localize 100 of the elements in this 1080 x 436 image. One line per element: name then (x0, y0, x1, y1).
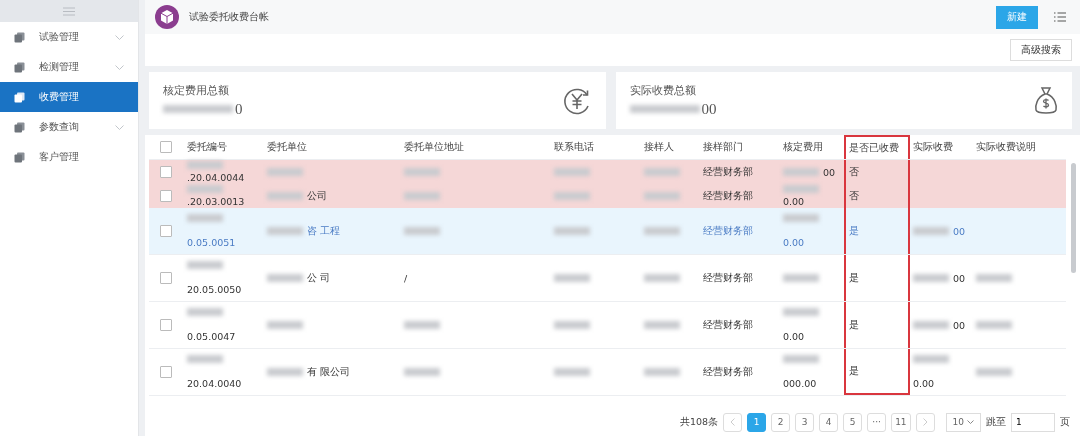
redacted-text (267, 192, 303, 200)
page-unit: 页 (1060, 415, 1071, 429)
redacted-text (644, 192, 680, 200)
redacted-text (644, 227, 680, 235)
table-cell: 0.00 (783, 196, 805, 208)
table-cell: 20.05.0050 (187, 283, 242, 295)
page-title: 试验委托收费台帐 (189, 10, 269, 24)
redacted-text (187, 184, 223, 193)
table-cell: 00 (953, 272, 966, 284)
column-header: 是否已收费 (849, 141, 899, 155)
sidebar-item[interactable]: 收费管理 (0, 82, 138, 112)
table-cell: .20.04.0044 (187, 172, 245, 184)
table-cell: 00 (823, 166, 836, 178)
redacted-text (644, 368, 680, 376)
column-header: 联系电话 (554, 140, 594, 154)
redacted-text (976, 368, 1012, 376)
table-cell: 0.05.0047 (187, 330, 236, 342)
table-row[interactable]: .20.03.0013 公司 经营财务部 0.00 否 (149, 184, 1066, 208)
table-row[interactable]: 0.05.0047 经营财务部 0.00 是 00 (149, 302, 1066, 349)
redacted-text (644, 168, 680, 176)
sidebar-item[interactable]: 客户管理 (0, 142, 138, 172)
card-value: 00 (701, 100, 717, 118)
page-button[interactable]: 4 (819, 412, 839, 432)
jump-label: 跳至 (986, 415, 1007, 429)
table-row[interactable]: 20.05.0050 公 司 / 经营财务部 是 00 (149, 255, 1066, 302)
chevron-left-icon (730, 418, 736, 426)
page-button[interactable]: 2 (771, 412, 791, 432)
redacted-text (629, 105, 700, 113)
table-cell: 0.00 (783, 330, 805, 342)
redacted-text (783, 308, 819, 317)
pages-icon (14, 151, 25, 163)
table-cell: 00 (953, 225, 966, 237)
table-row[interactable]: .20.04.0044 经营财务部 00 否 (149, 160, 1066, 184)
checkbox[interactable] (160, 225, 172, 237)
page-button[interactable]: 5 (843, 412, 863, 432)
redacted-text (163, 105, 233, 113)
previous-page-button[interactable] (723, 412, 743, 432)
pages-icon (14, 61, 25, 73)
advanced-search-button[interactable]: 高级搜索 (1010, 39, 1072, 61)
table-cell: 是 (849, 364, 859, 378)
redacted-text (404, 168, 440, 176)
table-cell: 公 司 (307, 271, 331, 285)
table-cell: 经营财务部 (703, 365, 753, 379)
redacted-text (187, 308, 223, 317)
list-icon[interactable] (1054, 12, 1066, 22)
caret-icon (967, 420, 975, 424)
table-cell: 经营财务部 (703, 224, 753, 238)
column-header: 委托编号 (187, 140, 227, 154)
checkbox[interactable] (160, 319, 172, 331)
table-cell: 经营财务部 (703, 189, 753, 203)
redacted-text (783, 184, 819, 193)
page-button[interactable]: ··· (867, 412, 887, 432)
checkbox[interactable] (160, 141, 172, 153)
money-bag-icon (1034, 85, 1058, 116)
redacted-text (644, 321, 680, 329)
scrollbar-thumb[interactable] (1070, 163, 1076, 273)
sidebar-item[interactable]: 试验管理 (0, 22, 138, 52)
pages-icon (14, 121, 25, 133)
redacted-text (554, 274, 590, 282)
table-cell: 经营财务部 (703, 271, 753, 285)
redacted-text (783, 214, 819, 223)
sidebar-item[interactable]: 检测管理 (0, 52, 138, 82)
table-cell: 是 (849, 224, 859, 238)
chevron-right-icon (922, 418, 928, 426)
redacted-text (267, 274, 303, 282)
page-button[interactable]: 11 (891, 412, 911, 432)
table-cell: 00 (953, 319, 966, 331)
menu-icon[interactable] (63, 6, 75, 16)
redacted-text (554, 368, 590, 376)
next-page-button[interactable] (915, 412, 935, 432)
total-count: 共108条 (680, 415, 719, 429)
page-size-select[interactable]: 10 (945, 412, 982, 432)
table-cell: / (404, 272, 408, 284)
redacted-text (783, 168, 819, 176)
redacted-text (404, 192, 440, 200)
redacted-text (267, 227, 303, 235)
table-cell: 经营财务部 (703, 318, 753, 332)
checkbox[interactable] (160, 166, 172, 178)
table-row[interactable]: 0.05.0051 咨 工程 经营财务部 0.00 是 00 (149, 208, 1066, 255)
page-input[interactable]: 1 (1011, 412, 1056, 432)
sidebar-item[interactable]: 参数查询 (0, 112, 138, 142)
column-header: 委托单位 (267, 140, 307, 154)
redacted-text (267, 321, 303, 329)
table-cell: 000.00 (783, 377, 817, 389)
table-cell: 咨 工程 (307, 224, 341, 238)
redacted-text (554, 321, 590, 329)
checkbox[interactable] (160, 272, 172, 284)
column-header: 实际收费说明 (976, 140, 1036, 154)
redacted-text (404, 368, 440, 376)
cube-icon (155, 5, 179, 29)
checkbox[interactable] (160, 190, 172, 202)
table-cell: 经营财务部 (703, 165, 753, 179)
redacted-text (404, 321, 440, 329)
pages-icon (14, 31, 25, 43)
page-button[interactable]: 3 (795, 412, 815, 432)
checkbox[interactable] (160, 366, 172, 378)
table-row[interactable]: 20.04.0040 有 限公司 经营财务部 000.00 是 0.00 (149, 349, 1066, 396)
card-label: 核定费用总额 (163, 83, 230, 98)
redacted-text (187, 160, 223, 169)
redacted-text (554, 227, 590, 235)
